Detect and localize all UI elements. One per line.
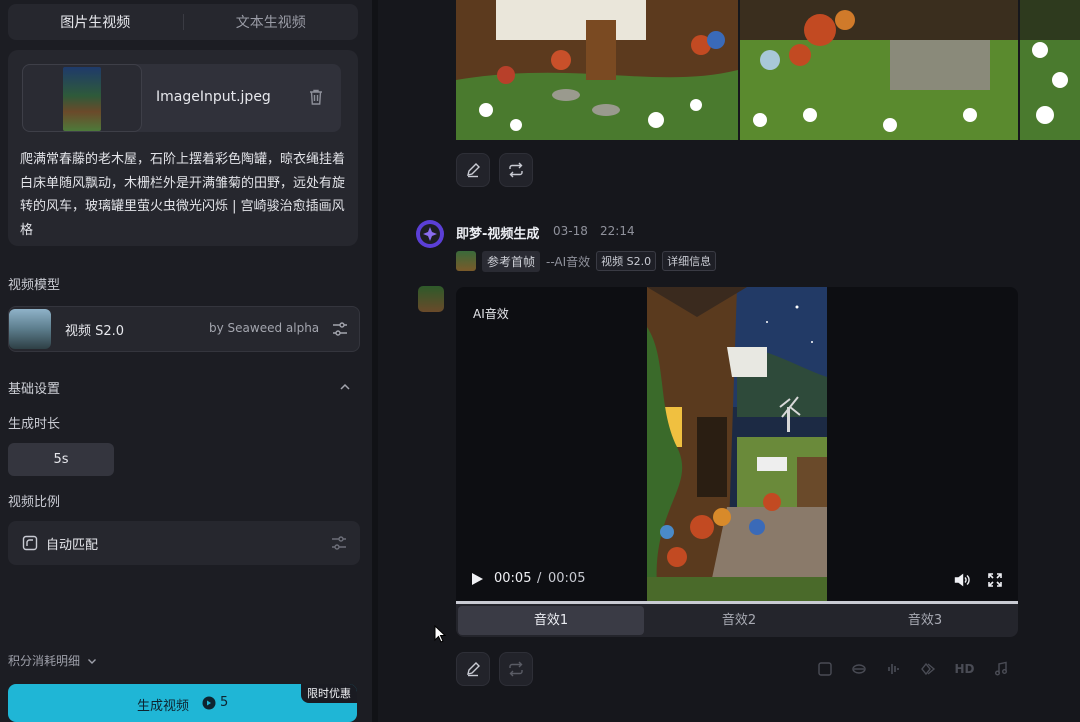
result-image-3[interactable] [1020,0,1080,140]
video-frame[interactable] [647,287,827,602]
uploaded-file[interactable]: ImageInput.jpeg [22,64,341,132]
pencil-icon [467,662,480,677]
sound-effect-tab-3[interactable]: 音效3 [832,604,1018,637]
duration-option-5s[interactable]: 5s [8,443,114,476]
volume-icon[interactable] [954,573,970,587]
left-panel: 图片生视频 文本生视频 ImageInput.jpeg 爬满常春藤的老木屋，石阶… [0,0,372,722]
sliders-icon[interactable] [330,534,348,552]
repeat-icon [509,162,523,178]
lip-sync-icon[interactable] [851,661,867,677]
sound-effect-tabs: 音效1 音效2 音效3 [456,604,1018,637]
model-tag[interactable]: 视频 S2.0 [596,251,657,271]
result-image-2[interactable] [740,0,1018,140]
ratio-selector[interactable]: 自动匹配 [8,521,360,565]
model-thumbnail [9,309,51,349]
video-label: AI音效 [473,307,509,321]
time-separator: / [537,571,542,586]
sparkle-icon [420,224,440,244]
result-avatar [418,286,444,312]
generate-label: 生成视频 [137,699,190,714]
model-provider: by Seaweed alpha [209,321,320,335]
bot-avatar [416,220,444,248]
video-tools: HD [808,654,1018,684]
video-player[interactable]: AI音效 00:05 / 00:05 [456,287,1018,602]
details-tag[interactable]: 详细信息 [662,251,717,271]
edit-video-button[interactable] [456,652,490,686]
image-thumbnail-frame[interactable] [22,64,142,132]
prompt-card: ImageInput.jpeg 爬满常春藤的老木屋，石阶上摆着彩色陶罐，晾衣绳挂… [8,50,358,246]
basic-settings-title: 基础设置 [8,382,61,397]
aspect-ratio-icon [22,535,38,551]
frame-icon[interactable] [817,661,833,677]
results-feed: 即梦-视频生成 03-18 22:14 参考首帧 --AI音效 视频 S2.0 … [378,0,1080,722]
points-breakdown-label: 积分消耗明细 [8,654,81,668]
reference-frame-label[interactable]: 参考首帧 [482,250,541,272]
image-thumbnail [63,67,101,131]
pencil-icon [467,163,480,178]
points-breakdown-toggle[interactable]: 积分消耗明细 [8,652,98,669]
fullscreen-icon[interactable] [988,573,1002,587]
basic-settings-header[interactable]: 基础设置 [8,378,358,398]
chevron-up-icon[interactable] [338,380,352,394]
reference-frame-thumbnail[interactable] [456,251,476,271]
repeat-icon [509,661,523,677]
tab-text-to-video[interactable]: 文本生视频 [184,12,359,32]
generate-video-button[interactable]: 生成视频 5 限时优惠 [8,684,357,722]
model-name: 视频 S2.0 [65,324,125,339]
play-icon[interactable] [471,573,483,585]
ratio-value: 自动匹配 [46,538,99,553]
current-time: 00:05 [494,571,532,586]
generate-cost: 5 [220,695,229,710]
regenerate-button[interactable] [499,153,533,187]
interpolate-icon[interactable] [920,661,936,677]
credit-coin-icon [202,696,216,710]
regenerate-video-button[interactable] [499,652,533,686]
file-name: ImageInput.jpeg [156,89,271,105]
promo-badge: 限时优惠 [301,684,357,703]
generation-meta: 参考首帧 --AI音效 视频 S2.0 详细信息 [456,250,717,272]
trash-icon[interactable] [308,88,324,106]
sound-effect-tab-1[interactable]: 音效1 [458,606,644,635]
duration-label: 生成时长 [8,417,61,432]
message-date: 03-18 [553,224,588,238]
previous-result-images [456,0,1080,140]
mode-tabs: 图片生视频 文本生视频 [8,4,358,40]
prompt-text[interactable]: 爬满常春藤的老木屋，石阶上摆着彩色陶罐，晾衣绳挂着白床单随风飘动，木栅栏外是开满… [20,148,350,242]
edit-button[interactable] [456,153,490,187]
sound-effect-tab-2[interactable]: 音效2 [646,604,832,637]
tab-image-to-video[interactable]: 图片生视频 [8,12,183,32]
audio-flag: --AI音效 [546,254,591,269]
sliders-icon[interactable] [331,320,349,338]
mouse-cursor-icon [434,625,446,643]
ratio-label: 视频比例 [8,495,61,510]
audio-wave-icon[interactable] [886,661,902,677]
message-time: 22:14 [600,224,635,238]
music-icon[interactable] [993,661,1009,677]
bot-name: 即梦-视频生成 [456,227,540,242]
model-selector[interactable]: 视频 S2.0 by Seaweed alpha [8,306,360,352]
chevron-down-icon [88,658,97,664]
hd-upscale-button[interactable]: HD [954,662,974,676]
result-image-1[interactable] [456,0,738,140]
model-section-label: 视频模型 [8,278,61,293]
video-duration: 00:05 [548,571,586,586]
